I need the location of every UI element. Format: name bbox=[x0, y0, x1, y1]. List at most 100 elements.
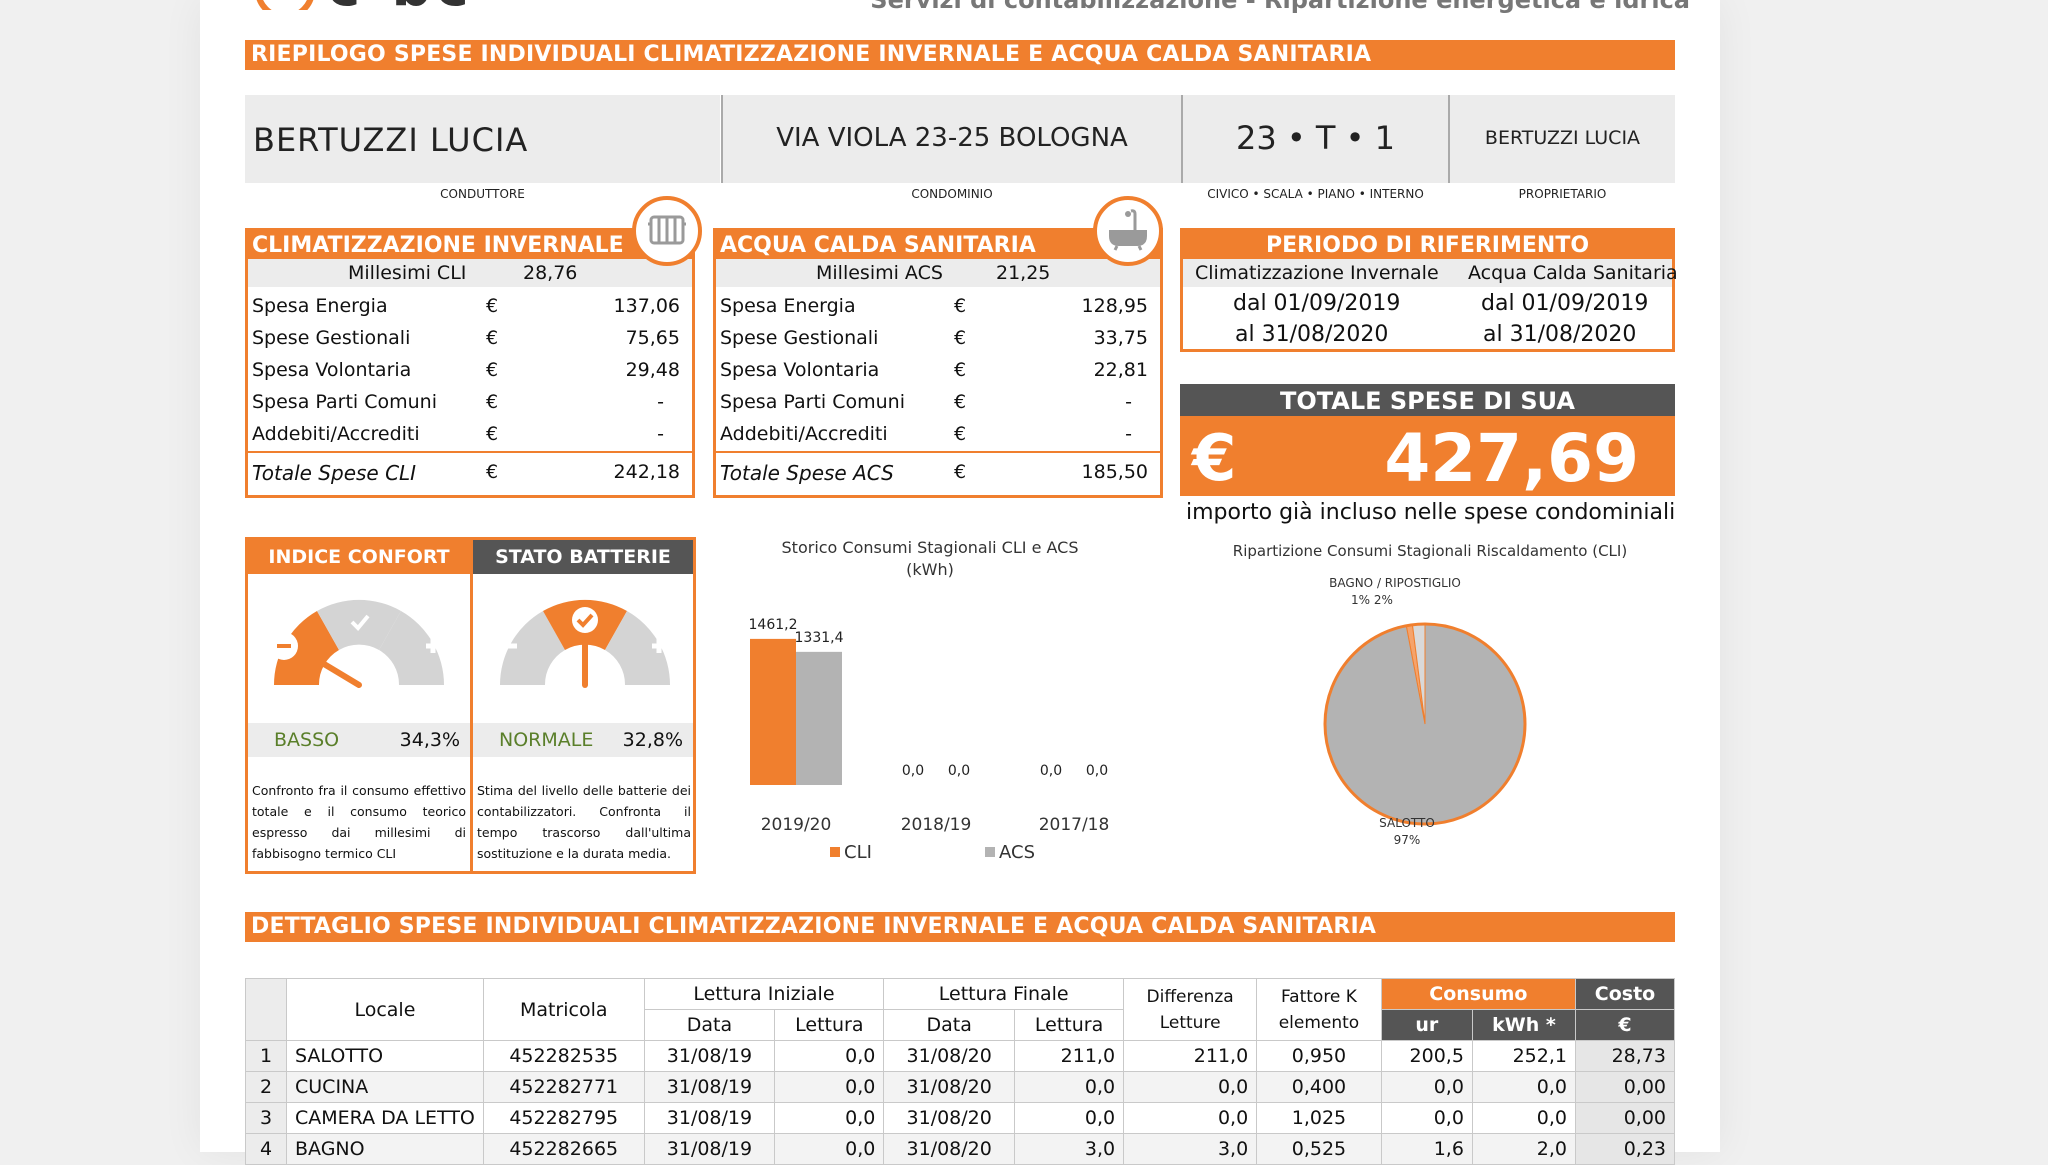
lettura-finale-header: Lettura Finale bbox=[883, 978, 1125, 1010]
ur-cell: 0,0 bbox=[1380, 1071, 1473, 1103]
table-row: 2 CUCINA 452282771 31/08/19 0,0 31/08/20 0,0 0,… bbox=[245, 1071, 1676, 1103]
lettura-finale-cell: 0,0 bbox=[1014, 1102, 1125, 1134]
ur-header: ur bbox=[1380, 1009, 1473, 1041]
cli-total-value: 242,18 bbox=[613, 461, 680, 483]
pie-top-percent: 1% 2% bbox=[1351, 593, 1393, 607]
totale-amount: 427,69 bbox=[1384, 420, 1639, 497]
cli-total-currency: € bbox=[486, 461, 499, 483]
locale-cell: CAMERA DA LETTO bbox=[286, 1102, 484, 1134]
batterie-gauge bbox=[499, 599, 671, 688]
data-iniziale-header: Data bbox=[643, 1009, 776, 1041]
acs-cost-label: Spesa Parti Comuni bbox=[720, 391, 905, 413]
legend-swatch-cli bbox=[830, 847, 840, 857]
cli-millesimi-row: Millesimi CLI 28,76 bbox=[248, 259, 692, 287]
cli-box: CLIMATIZZAZIONE INVERNALE Millesimi CLI … bbox=[245, 228, 695, 498]
kwh-cell: 0,0 bbox=[1471, 1071, 1576, 1103]
cli-cost-currency: € bbox=[486, 423, 499, 445]
periodo-col1-to: al 31/08/2020 bbox=[1235, 322, 1389, 347]
confort-title: INDICE CONFORT bbox=[248, 540, 470, 574]
costo-header: Costo bbox=[1574, 978, 1676, 1010]
gauge-divider bbox=[470, 540, 473, 871]
acs-millesimi-value: 21,25 bbox=[996, 262, 1051, 284]
bar-value-label: 1331,4 bbox=[795, 630, 844, 646]
lettura-iniziale-subheader: Lettura bbox=[774, 1009, 885, 1041]
periodo-from-row: dal 01/09/2019 dal 01/09/2019 bbox=[1183, 291, 1672, 321]
conduttore-cell: BERTUZZI LUCIA bbox=[245, 95, 720, 183]
batterie-status: NORMALE bbox=[499, 729, 594, 751]
acs-cost-currency: € bbox=[954, 359, 967, 381]
table-row: 1 SALOTTO 452282535 31/08/19 0,0 31/08/20 211,… bbox=[245, 1040, 1676, 1072]
acs-cost-currency: € bbox=[954, 423, 967, 445]
data-finale-cell: 31/08/20 bbox=[883, 1040, 1016, 1072]
condominio-cell: VIA VIOLA 23-25 BOLOGNA bbox=[723, 95, 1181, 183]
row-number: 3 bbox=[245, 1102, 287, 1134]
conduttore-name: BERTUZZI LUCIA bbox=[253, 121, 529, 159]
lettura-iniziale-cell: 0,0 bbox=[774, 1133, 885, 1165]
bar-chart: 1461,21331,4 2019/20 0,0 0,0 2018/19 0,0 0,0 20… bbox=[749, 617, 1110, 863]
costo-cell: 0,00 bbox=[1574, 1071, 1676, 1103]
detail-title-bar: DETTAGLIO SPESE INDIVIDUALI CLIMATIZZAZI… bbox=[245, 912, 1675, 942]
acs-millesimi-row: Millesimi ACS 21,25 bbox=[716, 259, 1160, 287]
ur-cell: 0,0 bbox=[1380, 1102, 1473, 1134]
acs-cost-label: Addebiti/Accrediti bbox=[720, 423, 888, 445]
consumo-header: Consumo bbox=[1380, 978, 1576, 1010]
lettura-iniziale-header: Lettura Iniziale bbox=[643, 978, 885, 1010]
lettura-finale-cell: 3,0 bbox=[1014, 1133, 1125, 1165]
differenza-cell: 0,0 bbox=[1123, 1071, 1258, 1103]
kwh-cell: 2,0 bbox=[1471, 1133, 1576, 1165]
acs-total-value: 185,50 bbox=[1081, 461, 1148, 483]
data-finale-cell: 31/08/20 bbox=[883, 1133, 1016, 1165]
row-number-header bbox=[245, 978, 287, 1041]
periodo-labels-row: Climatizzazione Invernale Acqua Calda Sa… bbox=[1183, 259, 1678, 287]
bar-cli bbox=[750, 638, 796, 785]
acs-cost-label: Spese Gestionali bbox=[720, 327, 879, 349]
matricola-cell: 452282771 bbox=[482, 1071, 645, 1103]
differenza-cell: 211,0 bbox=[1123, 1040, 1258, 1072]
acs-cost-value: - bbox=[1125, 391, 1132, 413]
locale-cell: SALOTTO bbox=[286, 1040, 484, 1072]
matricola-cell: 452282665 bbox=[482, 1133, 645, 1165]
proprietario-label: PROPRIETARIO bbox=[1518, 187, 1607, 201]
x-tick-label: 2019/20 bbox=[761, 815, 832, 835]
cli-cost-row: Spesa Parti Comuni € - bbox=[248, 387, 692, 417]
acs-cost-value: 22,81 bbox=[1093, 359, 1148, 381]
civico-cell: 23 • T • 1 bbox=[1183, 95, 1448, 183]
gauges-box: INDICE CONFORT STATO BATTERIE BASSO 34,3… bbox=[245, 537, 696, 874]
matricola-header: Matricola bbox=[482, 978, 645, 1041]
civico-value: 23 • T • 1 bbox=[1235, 119, 1396, 157]
cli-cost-currency: € bbox=[486, 359, 499, 381]
legend-label-cli: CLI bbox=[844, 842, 872, 863]
cli-cost-value: 29,48 bbox=[625, 359, 680, 381]
differenza-cell: 3,0 bbox=[1123, 1133, 1258, 1165]
pie-chart-title: Ripartizione Consumi Stagionali Riscalda… bbox=[1232, 542, 1628, 560]
acs-cost-row: Spesa Energia €128,95 bbox=[716, 291, 1160, 321]
header-tagline: Servizi di contabilizzazione - Ripartizi… bbox=[870, 0, 1690, 14]
proprietario-name: BERTUZZI LUCIA bbox=[1484, 127, 1641, 149]
periodo-col2-from: dal 01/09/2019 bbox=[1481, 291, 1649, 316]
bar-value-label: 0,0 bbox=[948, 763, 970, 779]
euro-header: € bbox=[1574, 1009, 1676, 1041]
cli-cost-currency: € bbox=[486, 295, 499, 317]
row-number: 4 bbox=[245, 1133, 287, 1165]
acs-total-currency: € bbox=[954, 461, 967, 483]
locale-header: Locale bbox=[286, 978, 484, 1041]
row-number: 2 bbox=[245, 1071, 287, 1103]
acs-cost-value: 128,95 bbox=[1081, 295, 1148, 317]
summary-title-bar: RIEPILOGO SPESE INDIVIDUALI CLIMATIZZAZI… bbox=[245, 40, 1675, 70]
confort-description: Confronto fra il consumo effettivo total… bbox=[252, 783, 466, 861]
cli-cost-row: Addebiti/Accrediti € - bbox=[248, 419, 692, 449]
bar-value-label: 0,0 bbox=[1086, 763, 1108, 779]
cli-cost-label: Spesa Volontaria bbox=[252, 359, 412, 381]
fattore-cell: 1,025 bbox=[1256, 1102, 1382, 1134]
condominio-address: VIA VIOLA 23-25 BOLOGNA bbox=[776, 123, 1128, 153]
acs-cost-currency: € bbox=[954, 295, 967, 317]
bar-chart-subtitle: (kWh) bbox=[906, 560, 954, 579]
batterie-status-row: NORMALE 32,8% bbox=[473, 723, 693, 757]
fattore-cell: 0,400 bbox=[1256, 1071, 1382, 1103]
acs-cost-currency: € bbox=[954, 391, 967, 413]
pie-chart: BAGNO / RIPOSTIGLIO 1% 2% SALOTTO 97% bbox=[1323, 576, 1527, 847]
periodo-col2-to: al 31/08/2020 bbox=[1483, 322, 1637, 347]
detail-table: Locale Matricola Lettura Iniziale Lettur… bbox=[245, 978, 1676, 1165]
bathtub-icon bbox=[1093, 196, 1163, 266]
civico-label: CIVICO • SCALA • PIANO • INTERNO bbox=[1207, 187, 1424, 201]
